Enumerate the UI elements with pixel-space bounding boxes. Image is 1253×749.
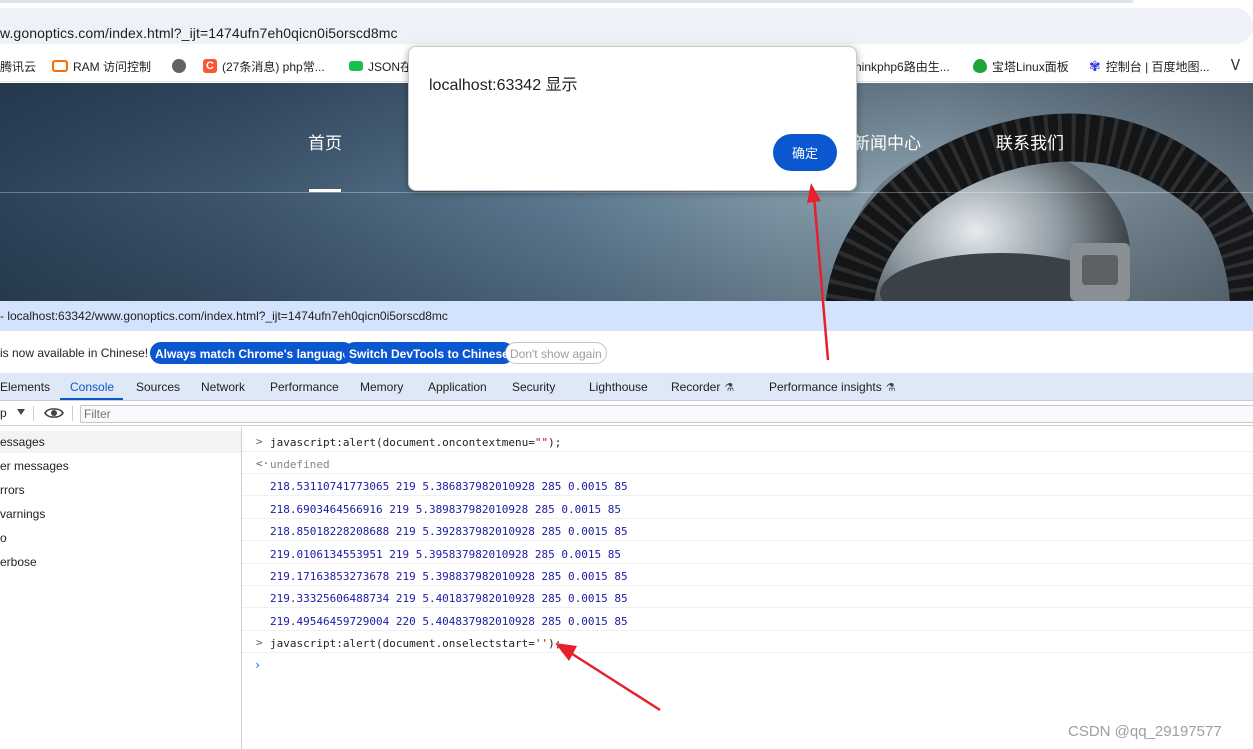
- nav-home[interactable]: 首页: [308, 129, 342, 154]
- tab-elements[interactable]: Elements: [0, 380, 50, 394]
- tab-security[interactable]: Security: [512, 380, 555, 394]
- bookmark-csdn[interactable]: C (27条消息) php常...: [203, 57, 325, 75]
- console-result-row: <· undefined: [242, 452, 1253, 474]
- return-arrow-icon: <·: [256, 457, 270, 470]
- chevron-right-icon: >: [256, 636, 263, 649]
- console-log-row: 219.0106134553951 219 5.395837982010928 …: [242, 542, 1253, 564]
- address-bar-area: w.gonoptics.com/index.html?_ijt=1474ufn7…: [0, 0, 1253, 50]
- sidebar-item-warnings[interactable]: varnings: [0, 507, 45, 521]
- console-command-row: > javascript:alert(document.onselectstar…: [242, 631, 1253, 653]
- console-output: > javascript:alert(document.oncontextmen…: [242, 427, 1253, 749]
- tab-lighthouse[interactable]: Lighthouse: [589, 380, 648, 394]
- switch-to-chinese-button[interactable]: Switch DevTools to Chinese: [344, 342, 514, 364]
- toolbar-divider: [33, 406, 34, 421]
- console-toolbar: p: [0, 401, 1253, 426]
- console-log-text: 219.0106134553951 219 5.395837982010928 …: [270, 548, 621, 561]
- console-log-text: 218.53110741773065 219 5.386837982010928…: [270, 480, 628, 493]
- sidebar-item-messages[interactable]: essages: [0, 435, 45, 449]
- globe-icon: [172, 59, 186, 73]
- console-log-row: 219.49546459729004 220 5.404837982010928…: [242, 609, 1253, 631]
- always-match-language-button[interactable]: Always match Chrome's language: [150, 342, 355, 364]
- alert-dialog: localhost:63342 显示 确定: [408, 46, 857, 191]
- tab-performance-insights[interactable]: Performance insights ⚗: [769, 380, 896, 394]
- devtools-title-bar: - localhost:63342/www.gonoptics.com/inde…: [0, 301, 1253, 331]
- context-selector[interactable]: p: [0, 406, 7, 420]
- bookmark-baidu[interactable]: ✾ 控制台 | 百度地图...: [1089, 57, 1210, 75]
- baidu-icon: ✾: [1089, 58, 1101, 74]
- alert-ok-button[interactable]: 确定: [773, 134, 837, 171]
- sidebar-item-errors[interactable]: rrors: [0, 483, 25, 497]
- omnibox[interactable]: w.gonoptics.com/index.html?_ijt=1474ufn7…: [0, 8, 1253, 44]
- csdn-icon: C: [203, 59, 217, 73]
- console-log-row: 219.33325606488734 219 5.401837982010928…: [242, 586, 1253, 608]
- console-sidebar: essages er messages rrors varnings o erb…: [0, 427, 242, 749]
- tab-memory[interactable]: Memory: [360, 380, 403, 394]
- console-log-text: 218.85018228208688 219 5.392837982010928…: [270, 525, 628, 538]
- tab-recorder[interactable]: Recorder ⚗: [671, 380, 734, 394]
- console-log-row: 219.17163853273678 219 5.398837982010928…: [242, 564, 1253, 586]
- console-command-row: > javascript:alert(document.oncontextmen…: [242, 430, 1253, 452]
- console-command[interactable]: javascript:alert(document.onselectstart=…: [270, 637, 561, 650]
- aliyun-icon: [52, 60, 68, 72]
- tab-console[interactable]: Console: [70, 380, 114, 394]
- dont-show-again-button[interactable]: Don't show again: [505, 342, 607, 364]
- console-result: undefined: [270, 458, 330, 471]
- console-log-row: 218.85018228208688 219 5.392837982010928…: [242, 519, 1253, 541]
- console-log-text: 219.49546459729004 220 5.404837982010928…: [270, 615, 628, 628]
- console-prompt-icon[interactable]: ›: [254, 658, 261, 672]
- console-log-text: 219.17163853273678 219 5.398837982010928…: [270, 570, 628, 583]
- console-log-row: 218.53110741773065 219 5.386837982010928…: [242, 474, 1253, 496]
- chevron-right-icon: >: [256, 435, 263, 448]
- flask-icon: ⚗: [885, 382, 896, 394]
- bookmark-globe[interactable]: [172, 57, 186, 75]
- bookmark-label: (27条消息) php常...: [222, 59, 325, 74]
- alert-title: localhost:63342 显示: [429, 77, 578, 94]
- tab-application[interactable]: Application: [428, 380, 487, 394]
- nav-contact[interactable]: 联系我们: [996, 129, 1064, 154]
- bookmark-label: JSON在: [368, 59, 413, 74]
- sidebar-item-verbose[interactable]: erbose: [0, 555, 37, 569]
- bt-panel-icon: [973, 59, 987, 73]
- bookmark-label: hinkphp6路由生...: [855, 59, 950, 74]
- console-log-text: 218.6903464566916 219 5.389837982010928 …: [270, 503, 621, 516]
- tab-recorder-label: Recorder: [671, 380, 721, 394]
- console-filter-input[interactable]: [80, 405, 1253, 423]
- sidebar-item-user-messages[interactable]: er messages: [0, 459, 69, 473]
- devtools-language-infobar: is now available in Chinese! Always matc…: [0, 331, 1253, 373]
- tab-strip-edge: [0, 0, 1133, 3]
- console-log-row: 218.6903464566916 219 5.389837982010928 …: [242, 497, 1253, 519]
- console-command[interactable]: javascript:alert(document.oncontextmenu=…: [270, 436, 561, 449]
- nav-news[interactable]: 新闻中心: [853, 129, 921, 154]
- bookmark-ram[interactable]: RAM 访问控制: [52, 57, 151, 75]
- tab-network[interactable]: Network: [201, 380, 245, 394]
- sidebar-item-info[interactable]: o: [0, 531, 7, 545]
- bookmark-tencent-cloud[interactable]: 腾讯云: [0, 57, 36, 75]
- tab-performance[interactable]: Performance: [270, 380, 339, 394]
- watermark: CSDN @qq_29197577: [1068, 723, 1222, 740]
- nav-active-indicator: [309, 189, 341, 192]
- tab-sources[interactable]: Sources: [136, 380, 180, 394]
- eye-icon[interactable]: [44, 406, 64, 420]
- json-icon: [349, 61, 363, 71]
- toolbar-divider: [72, 406, 73, 421]
- language-notice-text: is now available in Chinese!: [0, 346, 149, 360]
- bookmark-thinkphp[interactable]: hinkphp6路由生...: [855, 57, 950, 75]
- bookmark-label: 控制台 | 百度地图...: [1105, 59, 1210, 74]
- flask-icon: ⚗: [724, 382, 735, 394]
- bookmark-bt-panel[interactable]: 宝塔Linux面板: [973, 57, 1069, 75]
- extension-icon: Ꮩ: [1231, 57, 1241, 74]
- bookmark-label: 宝塔Linux面板: [992, 59, 1069, 74]
- bookmark-json[interactable]: JSON在: [349, 57, 412, 75]
- bookmark-label: 腾讯云: [0, 59, 37, 74]
- console-log-text: 219.33325606488734 219 5.401837982010928…: [270, 592, 628, 605]
- chevron-down-icon[interactable]: [17, 409, 25, 415]
- url-text[interactable]: w.gonoptics.com/index.html?_ijt=1474ufn7…: [0, 25, 398, 41]
- tab-performance-insights-label: Performance insights: [769, 380, 882, 394]
- bookmark-more[interactable]: Ꮩ: [1231, 57, 1241, 75]
- bookmark-label: RAM 访问控制: [73, 59, 152, 74]
- active-tab-indicator: [60, 398, 123, 400]
- devtools-tab-bar: Elements Console Sources Network Perform…: [0, 373, 1253, 401]
